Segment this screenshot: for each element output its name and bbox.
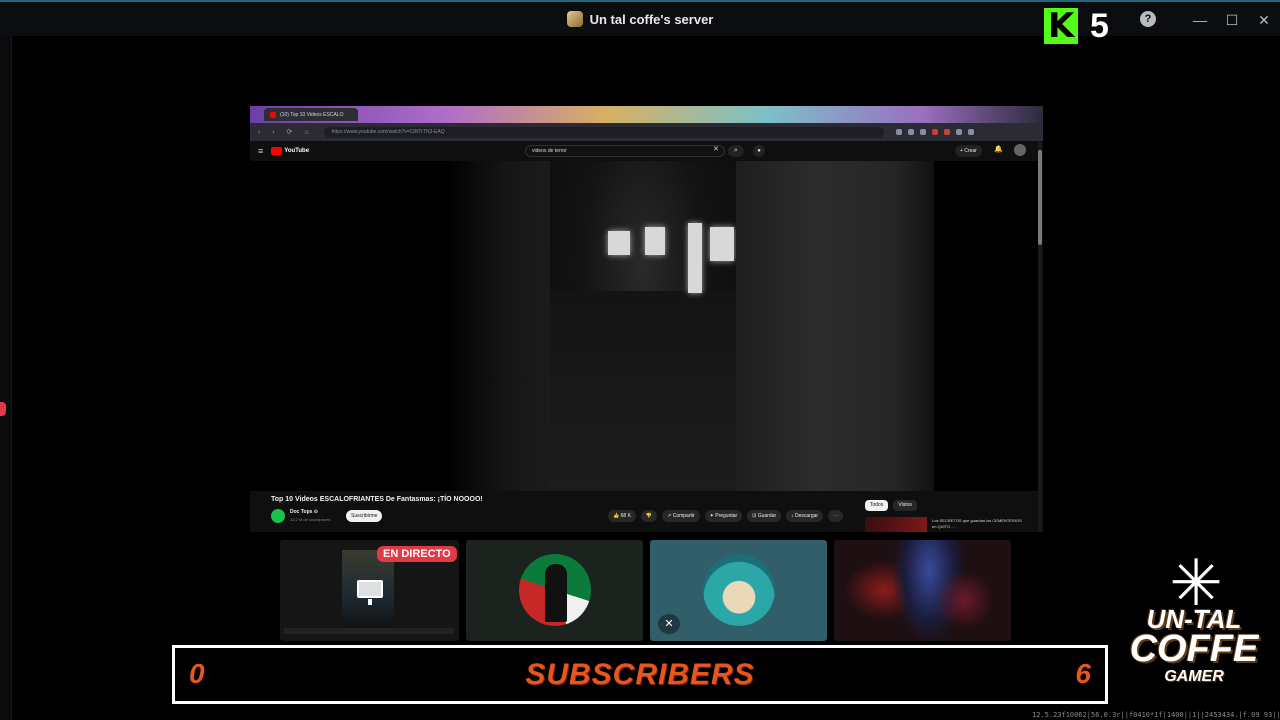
participant-camera-tile[interactable] <box>834 540 1011 641</box>
participant-avatar <box>703 554 775 626</box>
kick-count: 5 <box>1090 6 1109 45</box>
participant-avatar <box>519 554 591 626</box>
window-title: Un tal coffe's server <box>589 11 714 27</box>
video-actions: 👍 68 K 👎 ↗ Compartir ✦ Preguntar ⊡ Guard… <box>608 510 844 522</box>
like-button[interactable]: 👍 68 K <box>608 510 636 522</box>
video-title: Top 10 Videos ESCALOFRIANTES De Fantasma… <box>271 496 483 503</box>
extension-icons <box>895 129 974 135</box>
help-icon[interactable]: ? <box>1140 11 1156 27</box>
more-button[interactable]: ⋯ <box>828 510 844 522</box>
participant-tile[interactable] <box>466 540 643 641</box>
close-button[interactable]: ✕ <box>1248 12 1280 29</box>
youtube-play-icon <box>271 147 283 155</box>
hamburger-menu-icon[interactable]: ≡ <box>258 146 263 156</box>
video-window-light <box>608 231 630 255</box>
star-icon[interactable] <box>919 129 926 135</box>
video-window-light <box>710 227 734 261</box>
stream-tile[interactable]: EN DIRECTO <box>280 540 459 641</box>
dislike-button[interactable]: 👎 <box>640 510 658 522</box>
extension-icon[interactable] <box>931 129 938 135</box>
zoom-icon[interactable] <box>895 129 902 135</box>
kick-logo-icon: K <box>1044 8 1078 44</box>
chip-watched[interactable]: Vistos <box>893 500 917 511</box>
cast-icon[interactable] <box>907 129 914 135</box>
logo-line-3: GAMER <box>1164 668 1224 685</box>
video-shadow-left <box>445 161 550 491</box>
camera-blur <box>934 570 994 630</box>
live-badge: EN DIRECTO <box>377 546 457 562</box>
screen-share-icon <box>357 580 383 598</box>
extensions-puzzle-icon[interactable] <box>955 129 962 135</box>
scrollbar-thumb[interactable] <box>1038 150 1042 245</box>
shared-screen[interactable]: (10) Top 10 Videos ESCALO ‹ › ⟳ ⌂ https:… <box>250 106 1043 532</box>
download-button[interactable]: ↓ Descargar <box>786 510 824 522</box>
kick-overlay: K 5 <box>1044 6 1109 46</box>
youtube-header: ≡ YouTube videos de terror ✕ ⌕ ● + Crear… <box>250 141 1043 161</box>
youtube-search-input[interactable]: videos de terror <box>525 145 725 157</box>
chip-all[interactable]: Todos <box>865 500 889 511</box>
window-controls: — ☐ ✕ <box>1184 2 1280 38</box>
minimize-button[interactable]: — <box>1184 12 1216 28</box>
video-window-light <box>688 223 702 293</box>
video-info: Top 10 Videos ESCALOFRIANTES De Fantasma… <box>250 491 1038 532</box>
microphone-icon[interactable]: ● <box>753 145 765 157</box>
pdf-extension-icon[interactable] <box>943 129 950 135</box>
channel-logo: ✳ UN-TAL COFFE GAMER <box>1116 548 1276 708</box>
save-button[interactable]: ⊡ Guardar <box>747 510 782 522</box>
stream-preview-bar <box>284 628 454 634</box>
address-bar[interactable]: https://www.youtube.com/watch?v=CtNTrTN3… <box>323 126 884 138</box>
browser-nav-icons[interactable]: ‹ › ⟳ ⌂ <box>258 128 314 136</box>
screen-share-stand <box>368 599 372 605</box>
channel-name[interactable]: Doc Tops ⊙ <box>290 509 318 515</box>
muted-microphone-icon: ✕ <box>658 614 680 634</box>
create-button[interactable]: + Crear <box>955 145 982 157</box>
page-scrollbar[interactable] <box>1038 142 1042 532</box>
footer-debug-text: 12.5.23f10062|56.0.3r||f0410*1f|1400||1|… <box>1032 711 1280 719</box>
notifications-bell-icon[interactable]: 🔔 <box>994 145 1004 155</box>
share-button[interactable]: ↗ Compartir <box>662 510 700 522</box>
video-player[interactable] <box>250 161 1038 491</box>
browser-tab[interactable]: (10) Top 10 Videos ESCALO <box>264 108 358 121</box>
clear-search-icon[interactable]: ✕ <box>713 145 719 153</box>
subscribers-label: SUBSCRIBERS <box>525 658 755 691</box>
maximize-button[interactable]: ☐ <box>1216 12 1248 29</box>
browser-tab-title: (10) Top 10 Videos ESCALO <box>280 111 344 118</box>
notification-indicator <box>0 402 6 416</box>
youtube-logo-text: YouTube <box>284 148 310 154</box>
video-floor <box>550 291 736 491</box>
channel-subscribers: 12,2 M de suscriptores <box>290 517 331 522</box>
subscribers-current: 0 <box>189 658 205 689</box>
ask-button[interactable]: ✦ Preguntar <box>704 510 743 522</box>
stage: Un tal coffe's server — ☐ ✕ ? K 5 (10) T… <box>0 0 1280 720</box>
server-icon <box>566 11 583 27</box>
logo-line-2: COFFE <box>1129 628 1259 670</box>
recommended-video-title[interactable]: Los SECRETOS que guardan los CEMENTERIOS… <box>932 518 1022 530</box>
browser-toolbar: ‹ › ⟳ ⌂ https://www.youtube.com/watch?v=… <box>250 123 1043 141</box>
subscribers-goal: 6 <box>1075 658 1091 689</box>
video-wall <box>736 161 934 491</box>
browser-tab-strip: (10) Top 10 Videos ESCALO <box>250 106 1043 123</box>
youtube-favicon-icon <box>270 111 276 118</box>
subscribe-button[interactable]: Suscribirme <box>346 510 383 522</box>
recommended-video-thumbnail[interactable] <box>865 517 927 532</box>
account-avatar[interactable] <box>1014 144 1026 156</box>
profile-icon[interactable] <box>967 129 974 135</box>
avatar-figure <box>545 564 567 622</box>
youtube-logo[interactable]: YouTube <box>271 147 309 155</box>
channel-avatar[interactable] <box>271 509 285 523</box>
participant-tile[interactable]: ✕ <box>650 540 827 641</box>
left-rail <box>0 36 12 720</box>
search-icon[interactable]: ⌕ <box>728 145 744 157</box>
subscribers-goal-bar: SUBSCRIBERS 0 6 <box>172 645 1108 704</box>
recommendation-chips: Todos Vistos <box>865 500 917 511</box>
video-window-light <box>645 227 665 255</box>
